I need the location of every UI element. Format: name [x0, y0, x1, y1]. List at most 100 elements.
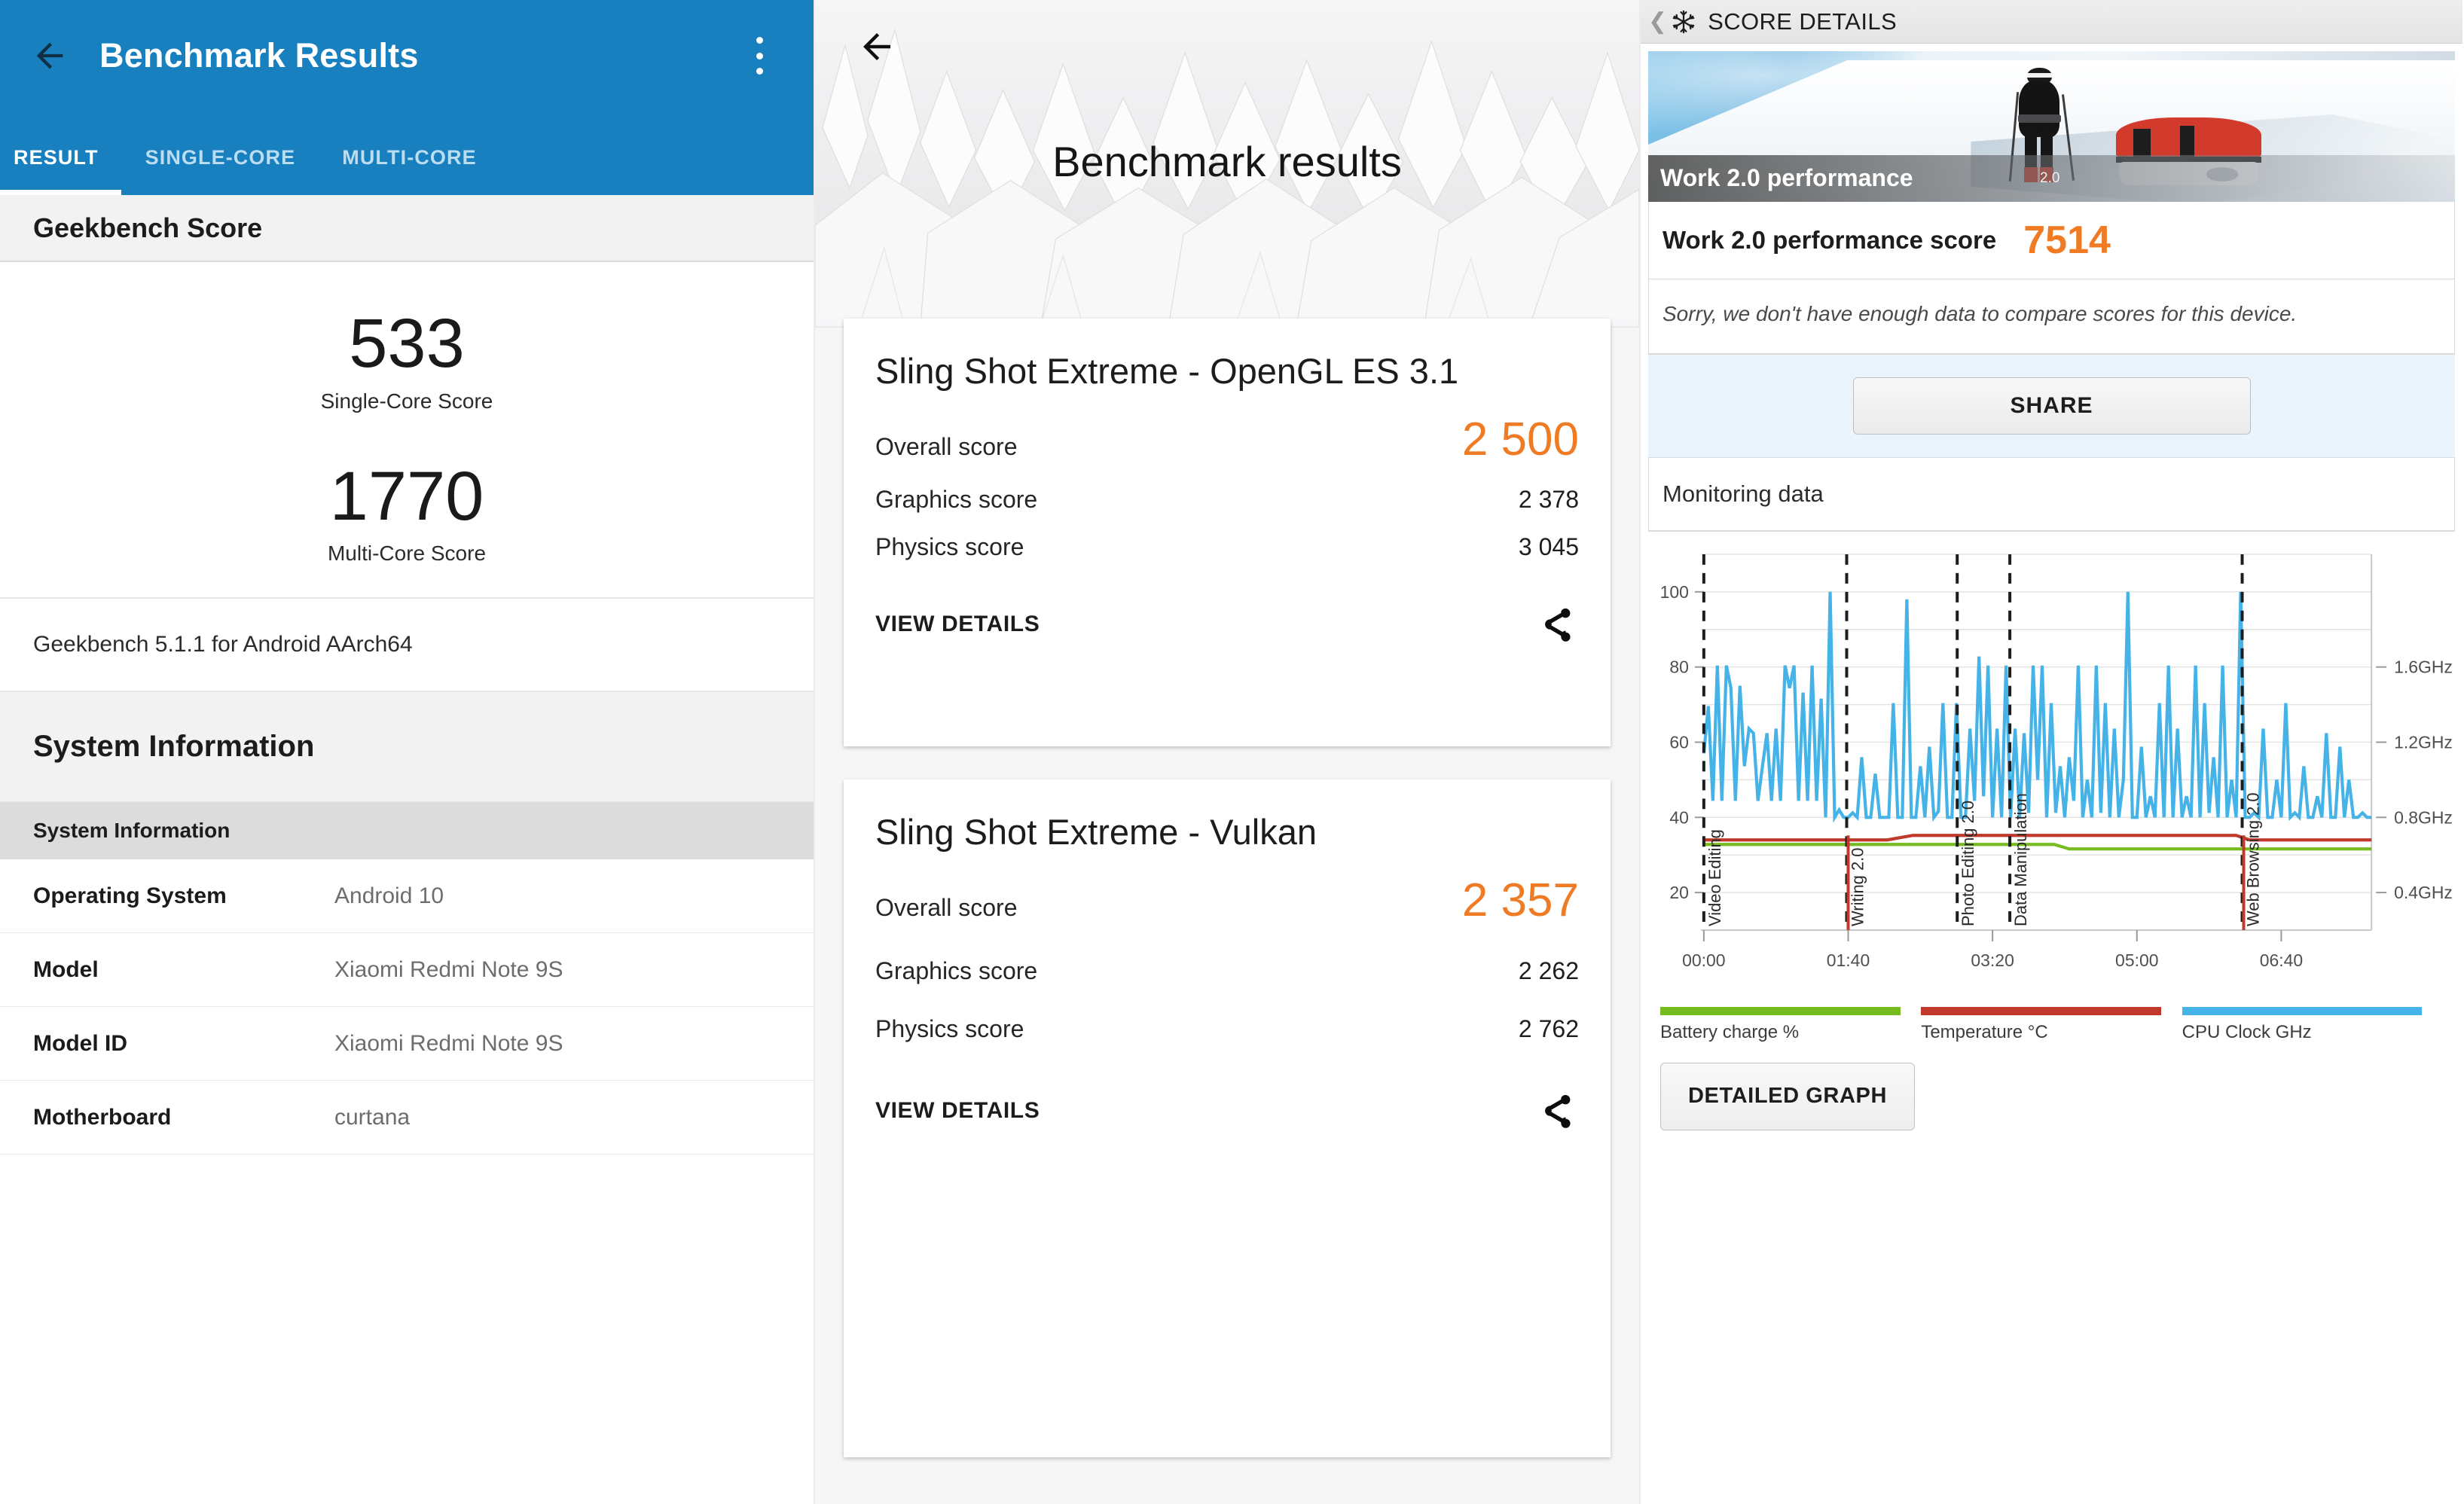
row-key: Motherboard: [33, 1104, 172, 1130]
pcmark-panel: ❮ SCORE DETAILS Work 2.0 performance 2.0…: [1639, 0, 2462, 1504]
x-tick-label: 03:20: [1971, 950, 2014, 970]
card-title: Sling Shot Extreme - OpenGL ES 3.1: [875, 351, 1459, 391]
more-vertical-icon[interactable]: [741, 34, 777, 78]
workload-label: Writing 2.0: [1848, 847, 1867, 926]
score-row: Work 2.0 performance score 7514: [1649, 202, 2454, 279]
single-core-score-value: 533: [349, 305, 465, 382]
comparison-note: Sorry, we don't have enough data to comp…: [1649, 279, 2454, 353]
legend-item-battery: Battery charge %: [1660, 1006, 1921, 1043]
y2-tick-label: 1.2GHz: [2394, 732, 2453, 752]
monitoring-chart[interactable]: 100 80 60 40 20 1.6GHz 1.2GHz 0.8GHz 0.4…: [1648, 531, 2455, 1002]
graphics-score-value: 2 378: [1518, 486, 1579, 514]
share-icon[interactable]: [1534, 602, 1579, 647]
section-title: Geekbench Score: [33, 212, 263, 243]
row-value: Android 10: [334, 883, 444, 908]
series-battery: [1703, 842, 2372, 851]
row-value: Xiaomi Redmi Note 9S: [334, 956, 563, 982]
overall-score-value: 2 500: [1461, 413, 1579, 466]
threedmark-hero-title: Benchmark results: [1052, 138, 1402, 185]
geekbench-tabbar: RESULT SINGLE-CORE MULTI-CORE: [0, 111, 814, 195]
geekbench-appbar: Benchmark Results: [0, 0, 814, 111]
page-title: Benchmark Results: [99, 36, 419, 75]
geekbench-version: Geekbench 5.1.1 for Android AArch64: [0, 599, 814, 693]
arrow-left-icon[interactable]: [851, 21, 902, 72]
row-key: Model: [33, 956, 99, 982]
legend-label: Temperature °C: [1921, 1021, 2048, 1042]
tab-multi-core[interactable]: MULTI-CORE: [342, 146, 476, 195]
workload-label: Photo Editing 2.0: [1959, 801, 1977, 926]
tab-indicator: [0, 190, 121, 195]
share-section: SHARE: [1648, 353, 2455, 458]
score-value: 7514: [2023, 218, 2111, 262]
row-label: Physics score: [875, 1015, 1024, 1043]
y2-tick-label: 0.8GHz: [2394, 807, 2453, 827]
overall-score-row: Overall score 2 357: [875, 874, 1579, 927]
row-key: Model ID: [33, 1030, 127, 1056]
workload-label: Video Editing: [1705, 829, 1724, 926]
y-tick-label: 100: [1660, 582, 1689, 602]
physics-score-row: Physics score 3 045: [875, 533, 1579, 561]
legend-swatch: [1660, 1006, 1901, 1015]
detailed-graph-section: DETAILED GRAPH: [1648, 1043, 2455, 1130]
benchmark-result-card[interactable]: Sling Shot Extreme - OpenGL ES 3.1 Overa…: [844, 319, 1611, 746]
monitoring-section: Monitoring data: [1648, 457, 2455, 532]
overall-score-value: 2 357: [1461, 874, 1579, 927]
row-label: Graphics score: [875, 486, 1038, 514]
row-value: curtana: [334, 1104, 411, 1130]
table-row: Motherboard curtana: [0, 1081, 814, 1155]
threedmark-hero: Benchmark results: [815, 0, 1639, 328]
x-tick-label: 00:00: [1682, 950, 1725, 970]
row-label: Overall score: [875, 894, 1018, 922]
y-tick-label: 40: [1669, 807, 1689, 827]
pcmark-appbar-title: SCORE DETAILS: [1708, 8, 1898, 35]
share-icon[interactable]: [1534, 1088, 1579, 1133]
snowflake-icon: [1669, 7, 1699, 37]
legend-label: Battery charge %: [1660, 1021, 1800, 1042]
table-row: Model Xiaomi Redmi Note 9S: [0, 933, 814, 1008]
row-key: Operating System: [33, 883, 227, 908]
view-details-button[interactable]: VIEW DETAILS: [875, 612, 1040, 637]
hero-version-badge: 2.0: [2040, 170, 2060, 186]
share-button[interactable]: SHARE: [1852, 377, 2251, 435]
tab-result[interactable]: RESULT: [14, 146, 99, 195]
single-core-score-label: Single-Core Score: [320, 389, 493, 413]
y-tick-label: 20: [1669, 883, 1689, 902]
system-information-header: System Information: [0, 692, 814, 803]
physics-score-row: Physics score 2 762: [875, 1015, 1579, 1043]
series-temperature: [1703, 833, 2372, 842]
pcmark-appbar: ❮ SCORE DETAILS: [1641, 0, 2462, 44]
system-information-table-header: System Information: [0, 802, 814, 860]
table-row: Operating System Android 10: [0, 859, 814, 934]
tab-single-core[interactable]: SINGLE-CORE: [145, 146, 296, 195]
view-details-button[interactable]: VIEW DETAILS: [875, 1098, 1040, 1124]
multi-core-score-value: 1770: [329, 457, 484, 535]
y2-tick-label: 0.4GHz: [2394, 883, 2453, 902]
physics-score-value: 3 045: [1518, 533, 1579, 561]
multi-core-score-label: Multi-Core Score: [327, 542, 487, 566]
legend-label: CPU Clock GHz: [2182, 1021, 2312, 1042]
three-panel-screenshot: Benchmark Results RESULT SINGLE-CORE MUL…: [0, 0, 2464, 1504]
row-label: Physics score: [875, 533, 1024, 561]
table-header-label: System Information: [33, 819, 231, 843]
graphics-score-row: Graphics score 2 378: [875, 486, 1579, 514]
detailed-graph-button[interactable]: DETAILED GRAPH: [1660, 1062, 1915, 1130]
legend-swatch: [1921, 1006, 2161, 1015]
legend-swatch: [2182, 1006, 2423, 1015]
graphics-score-row: Graphics score 2 262: [875, 957, 1579, 985]
benchmark-result-card[interactable]: Sling Shot Extreme - Vulkan Overall scor…: [844, 779, 1611, 1457]
table-row: Model ID Xiaomi Redmi Note 9S: [0, 1007, 814, 1081]
pcmark-hero-image: Work 2.0 performance 2.0: [1648, 51, 2455, 202]
card-title: Sling Shot Extreme - Vulkan: [875, 812, 1317, 852]
chart-legend: Battery charge % Temperature °C CPU Cloc…: [1648, 1002, 2455, 1043]
arrow-left-icon[interactable]: [26, 32, 74, 80]
y2-tick-label: 1.6GHz: [2394, 657, 2453, 676]
x-tick-label: 06:40: [2260, 950, 2303, 970]
legend-item-temperature: Temperature °C: [1921, 1006, 2182, 1043]
geekbench-panel: Benchmark Results RESULT SINGLE-CORE MUL…: [0, 0, 814, 1504]
section-title: System Information: [33, 730, 315, 764]
row-label: Overall score: [875, 433, 1018, 461]
geekbench-score-header: Geekbench Score: [0, 195, 814, 262]
y-tick-label: 80: [1669, 657, 1689, 676]
overall-score-row: Overall score 2 500: [875, 413, 1579, 466]
chevron-left-icon[interactable]: ❮: [1648, 8, 1667, 35]
